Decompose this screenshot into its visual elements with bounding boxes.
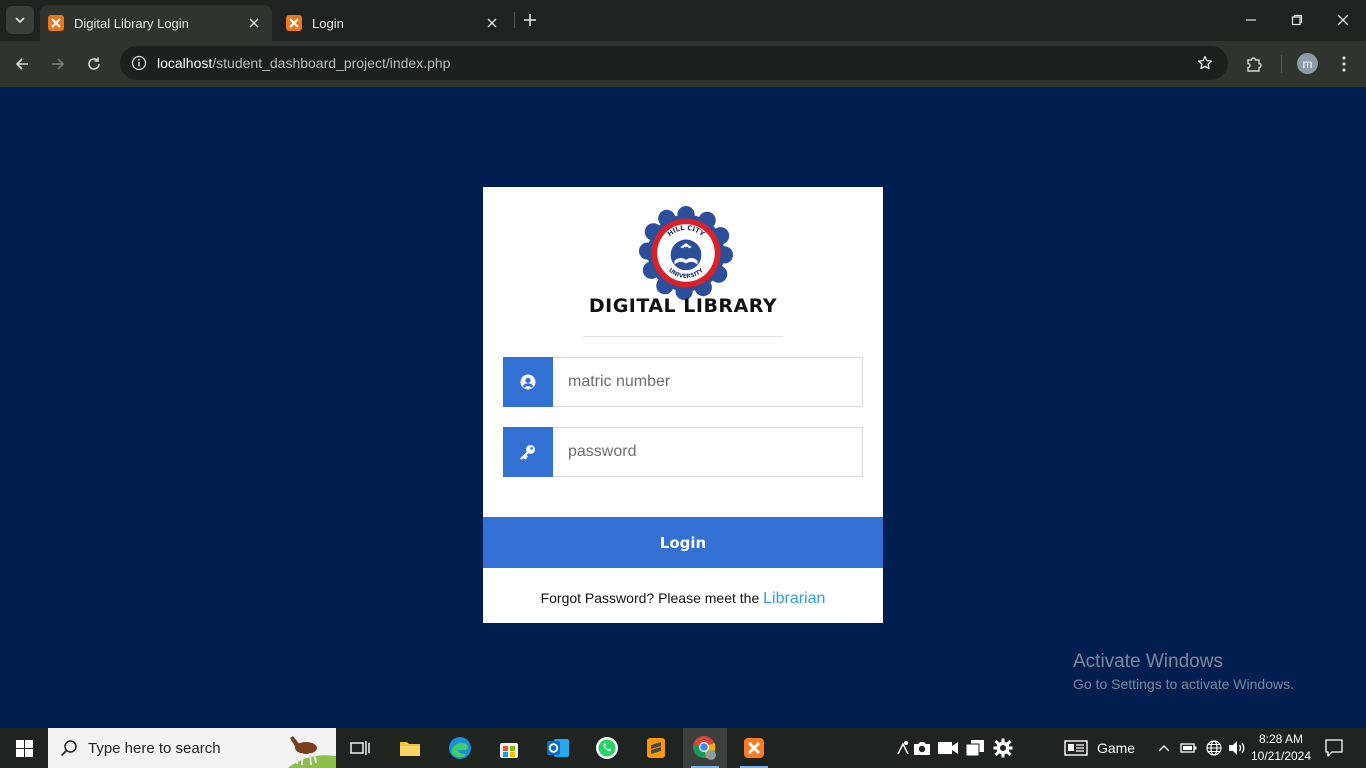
edge-icon[interactable]	[438, 728, 482, 768]
game-widget-label[interactable]: Game	[1094, 728, 1138, 768]
bookmark-star-icon[interactable]	[1194, 52, 1216, 74]
chrome-icon[interactable]	[683, 728, 727, 768]
close-window-button[interactable]	[1320, 0, 1366, 40]
password-input[interactable]	[553, 427, 863, 477]
matric-number-input[interactable]	[553, 357, 863, 407]
tab-digital-library-login[interactable]: Digital Library Login	[40, 5, 272, 41]
store-icon[interactable]	[487, 728, 531, 768]
browser-toolbar: localhost/student_dashboard_project/inde…	[0, 41, 1366, 87]
address-bar[interactable]: localhost/student_dashboard_project/inde…	[120, 46, 1228, 80]
arrow-left-icon	[15, 58, 28, 70]
news-widget-icon[interactable]	[1062, 728, 1090, 768]
search-highlight-okapi-icon	[288, 736, 336, 768]
arrow-right-icon	[52, 58, 65, 70]
task-view-icon[interactable]	[338, 728, 382, 768]
plus-icon	[524, 14, 536, 26]
watermark-subtitle: Go to Settings to activate Windows.	[1073, 676, 1294, 692]
sublime-icon[interactable]	[634, 728, 678, 768]
close-icon	[1337, 14, 1349, 26]
windows-taskbar: Type here to search Game 8:28 AM 10/21/2…	[0, 728, 1366, 768]
close-tab-icon[interactable]	[482, 13, 502, 33]
tab-search-button[interactable]	[6, 6, 34, 34]
whatsapp-icon[interactable]	[585, 728, 629, 768]
activate-windows-watermark: Activate Windows Go to Settings to activ…	[1073, 651, 1294, 692]
network-globe-icon[interactable]	[1203, 728, 1225, 768]
taskbar-search-box[interactable]: Type here to search	[48, 728, 336, 768]
profile-avatar[interactable]: m	[1297, 53, 1318, 74]
new-tab-button[interactable]	[519, 9, 541, 31]
clock-date: 10/21/2024	[1250, 749, 1312, 763]
settings-gear-icon[interactable]	[990, 728, 1016, 768]
digital-library-title: DIGITAL LIBRARY	[588, 295, 778, 317]
login-card: HILL CITY UNIVERSITY DIGITAL LIBRARY Log…	[483, 187, 883, 623]
tab-separator	[514, 12, 515, 28]
tab-title: Login	[312, 15, 344, 31]
tab-title: Digital Library Login	[74, 15, 189, 31]
snap-windows-icon[interactable]	[963, 728, 987, 768]
university-logo: HILL CITY UNIVERSITY	[638, 205, 734, 301]
more-menu-icon[interactable]	[1334, 52, 1354, 76]
login-button[interactable]: Login	[483, 517, 883, 568]
brand-divider	[583, 336, 783, 337]
url-path: /student_dashboard_project/index.php	[212, 55, 451, 71]
matric-field-group	[503, 357, 863, 407]
forward-button[interactable]	[44, 50, 72, 78]
minimize-button[interactable]	[1228, 0, 1274, 40]
outlook-icon[interactable]	[536, 728, 580, 768]
file-explorer-icon[interactable]	[388, 728, 432, 768]
start-button[interactable]	[0, 728, 48, 768]
url-host: localhost	[157, 55, 213, 71]
back-button[interactable]	[8, 50, 36, 78]
restore-button[interactable]	[1274, 0, 1320, 40]
xampp-icon[interactable]	[732, 728, 776, 768]
reload-icon	[88, 57, 100, 70]
minimize-icon	[1246, 19, 1256, 21]
clock-time: 8:28 AM	[1258, 732, 1304, 746]
notifications-icon[interactable]	[1318, 728, 1350, 768]
tab-login[interactable]: Login	[278, 5, 510, 41]
windows-logo-icon	[15, 739, 33, 757]
info-icon[interactable]	[128, 52, 150, 74]
battery-icon[interactable]	[1178, 728, 1200, 768]
forgot-password-text: Forgot Password? Please meet the	[540, 590, 764, 606]
chevron-down-icon	[15, 17, 25, 24]
system-clock[interactable]: 8:28 AM 10/21/2024	[1250, 731, 1312, 765]
record-video-icon[interactable]	[936, 728, 960, 768]
search-icon	[60, 740, 77, 757]
toolbar-separator	[1281, 55, 1282, 73]
forgot-password-note: Forgot Password? Please meet the Librari…	[483, 590, 883, 608]
key-icon	[503, 427, 553, 477]
reload-button[interactable]	[80, 50, 108, 78]
close-tab-icon[interactable]	[244, 13, 264, 33]
volume-icon[interactable]	[1226, 728, 1248, 768]
browser-tab-bar: Digital Library Login Login	[0, 0, 1366, 41]
camera-icon[interactable]	[910, 728, 934, 768]
xampp-icon	[48, 15, 64, 31]
url-text[interactable]: localhost/student_dashboard_project/inde…	[157, 55, 450, 71]
restore-icon	[1291, 14, 1303, 26]
search-placeholder: Type here to search	[88, 740, 221, 757]
librarian-link[interactable]: Librarian	[763, 590, 825, 607]
watermark-title: Activate Windows	[1073, 651, 1223, 672]
user-icon	[503, 357, 553, 407]
password-field-group	[503, 427, 863, 477]
extensions-puzzle-icon[interactable]	[1242, 52, 1266, 76]
show-hidden-icons-chevron-icon[interactable]	[1155, 728, 1173, 768]
xampp-icon	[286, 15, 302, 31]
